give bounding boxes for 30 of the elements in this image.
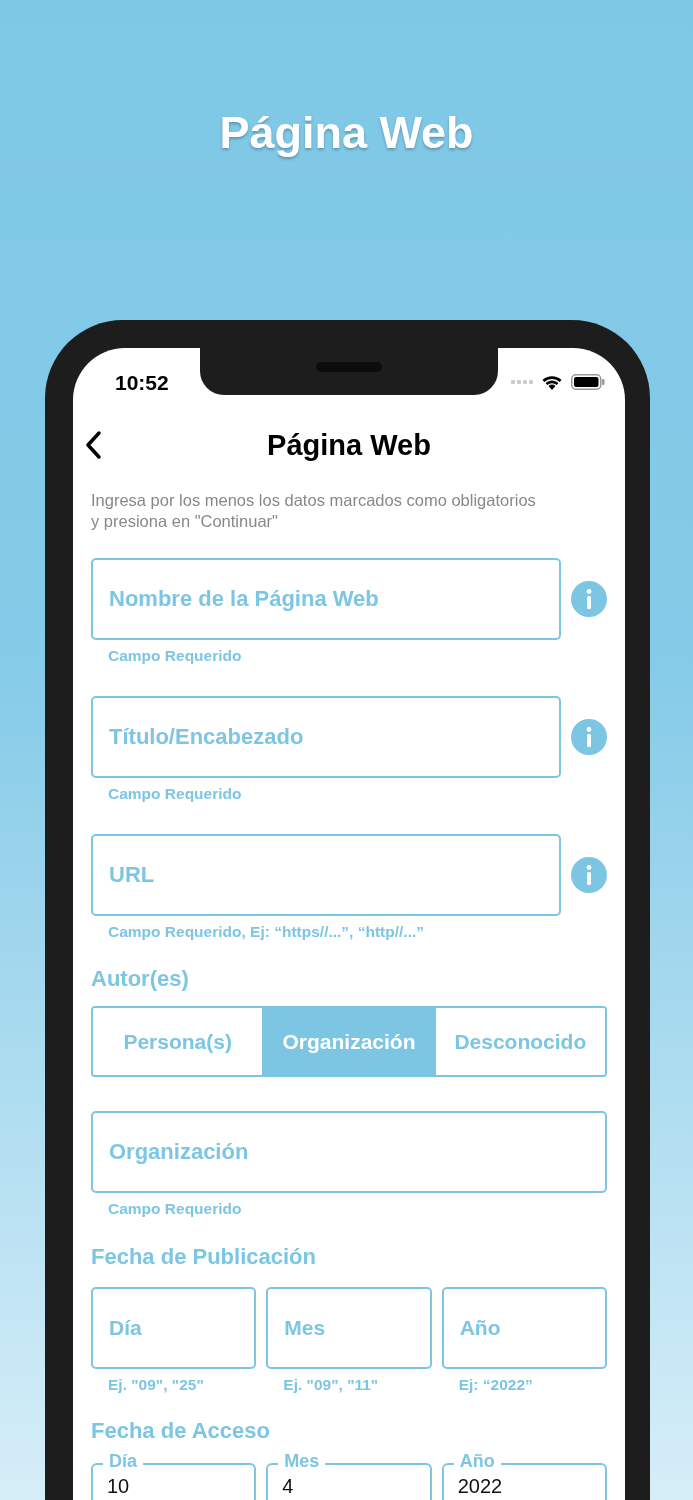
back-icon[interactable]	[83, 430, 103, 460]
info-icon[interactable]	[571, 719, 607, 755]
helper-text: Campo Requerido	[108, 646, 243, 666]
input-field[interactable]: Título/Encabezado	[91, 696, 561, 778]
input-field[interactable]: URL	[91, 834, 561, 916]
input-field[interactable]: Organización	[91, 1111, 607, 1193]
helper-text: Campo Requerido	[108, 784, 243, 804]
helper-text: Ej. "09", "25"	[108, 1375, 205, 1395]
info-icon[interactable]	[571, 857, 607, 893]
input-field[interactable]: Año	[441, 1287, 607, 1369]
input-field[interactable]: Día	[91, 1287, 257, 1369]
signal-icon	[511, 380, 533, 384]
helper-text: Ej. "09", "11"	[283, 1375, 380, 1395]
input-field[interactable]: Nombre de la Página Web	[91, 558, 561, 640]
section-label: Autor(es)	[91, 966, 190, 992]
input-field[interactable]: Mes	[266, 1287, 432, 1369]
status-time: 10:52	[115, 371, 169, 395]
screen-title: Página Web	[267, 428, 431, 462]
helper-text: Campo Requerido, Ej: “https//...”, “http//...”	[108, 922, 426, 942]
helper-text: Ej: “2022”	[458, 1375, 534, 1395]
section-label: Fecha de Acceso	[91, 1418, 271, 1444]
helper-text: Campo Requerido	[108, 1199, 243, 1219]
battery-icon	[571, 374, 605, 390]
segment-tab[interactable]: Organización	[262, 1008, 434, 1075]
info-icon[interactable]	[571, 581, 607, 617]
page-headline: Página Web	[219, 107, 474, 158]
section-label: Fecha de Publicación	[91, 1244, 317, 1270]
wifi-icon	[541, 374, 563, 390]
instructions-text: Ingresa por los menos los datos marcados como obligatorios y presiona en "Continuar"	[91, 490, 537, 532]
segment-tab[interactable]: Desconocido	[433, 1008, 605, 1075]
